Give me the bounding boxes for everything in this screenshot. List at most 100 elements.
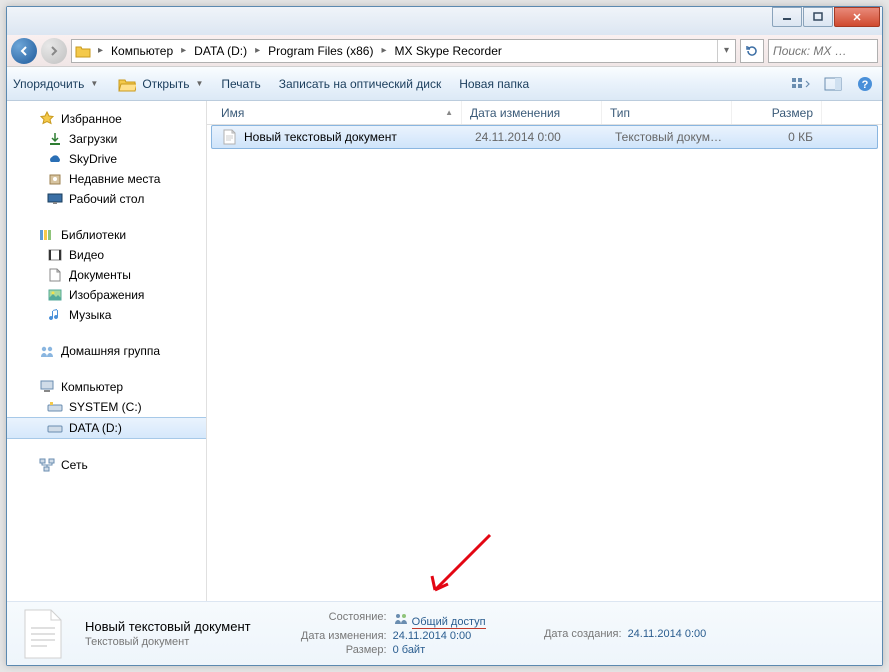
text-file-icon <box>222 129 238 145</box>
star-icon <box>39 111 55 127</box>
homegroup-label: Домашняя группа <box>61 344 160 358</box>
details-modified-value: 24.11.2014 0:00 <box>393 630 472 642</box>
sidebar-item-drive-d[interactable]: DATA (D:) <box>7 417 206 439</box>
drive-icon <box>47 399 63 415</box>
view-options-button[interactable] <box>790 75 812 93</box>
favorites-group[interactable]: Избранное <box>7 109 206 129</box>
minimize-button[interactable] <box>772 7 802 27</box>
file-thumbnail <box>17 608 69 660</box>
close-button[interactable] <box>834 7 880 27</box>
titlebar <box>7 7 882 35</box>
column-header-name[interactable]: Имя▲ <box>207 101 462 124</box>
open-button[interactable]: Открыть ▼ <box>116 75 203 93</box>
breadcrumb-separator-icon: ▸ <box>253 45 262 56</box>
drive-icon <box>47 420 63 436</box>
file-list[interactable]: Новый текстовый документ 24.11.2014 0:00… <box>207 125 882 601</box>
folder-icon <box>74 42 92 60</box>
new-folder-button[interactable]: Новая папка <box>459 77 529 91</box>
favorites-label: Избранное <box>61 112 122 126</box>
chevron-down-icon: ▼ <box>195 79 203 88</box>
details-subtitle: Текстовый документ <box>85 636 251 648</box>
breadcrumb-segment[interactable]: Program Files (x86) <box>262 40 379 62</box>
address-bar[interactable]: ▸ Компьютер ▸ DATA (D:) ▸ Program Files … <box>71 39 736 63</box>
network-item[interactable]: Сеть <box>7 455 206 475</box>
cloud-icon <box>47 151 63 167</box>
command-bar: Упорядочить▼ Открыть ▼ Печать Записать на… <box>7 67 882 101</box>
sidebar-item-skydrive[interactable]: SkyDrive <box>7 149 206 169</box>
computer-label: Компьютер <box>61 380 123 394</box>
svg-text:?: ? <box>862 79 869 91</box>
search-input[interactable] <box>768 39 878 63</box>
file-size: 0 КБ <box>737 130 821 144</box>
open-label: Открыть <box>142 77 189 91</box>
breadcrumb-segment[interactable]: MX Skype Recorder <box>388 40 507 62</box>
file-name: Новый текстовый документ <box>244 130 397 144</box>
details-state-value[interactable]: Общий доступ <box>412 616 486 629</box>
shared-icon <box>393 611 409 627</box>
column-header-size[interactable]: Размер <box>732 101 822 124</box>
sidebar-item-desktop[interactable]: Рабочий стол <box>7 189 206 209</box>
organize-menu[interactable]: Упорядочить▼ <box>13 77 98 91</box>
picture-icon <box>47 287 63 303</box>
column-headers: Имя▲ Дата изменения Тип Размер <box>207 101 882 125</box>
burn-button[interactable]: Записать на оптический диск <box>279 77 442 91</box>
libraries-icon <box>39 227 55 243</box>
breadcrumb-segment[interactable]: Компьютер <box>105 40 179 62</box>
sidebar-item-downloads[interactable]: Загрузки <box>7 129 206 149</box>
explorer-window: ▸ Компьютер ▸ DATA (D:) ▸ Program Files … <box>6 6 883 666</box>
new-folder-label: Новая папка <box>459 77 529 91</box>
details-created-value: 24.11.2014 0:00 <box>628 628 707 640</box>
preview-pane-button[interactable] <box>822 75 844 93</box>
breadcrumb-separator-icon: ▸ <box>379 45 388 56</box>
homegroup-item[interactable]: Домашняя группа <box>7 341 206 361</box>
computer-group[interactable]: Компьютер <box>7 377 206 397</box>
back-button[interactable] <box>11 38 37 64</box>
libraries-group[interactable]: Библиотеки <box>7 225 206 245</box>
network-label: Сеть <box>61 458 88 472</box>
sidebar-item-music[interactable]: Музыка <box>7 305 206 325</box>
print-button[interactable]: Печать <box>221 77 260 91</box>
forward-button[interactable] <box>41 38 67 64</box>
sidebar-item-drive-c[interactable]: SYSTEM (C:) <box>7 397 206 417</box>
sidebar-item-label: Загрузки <box>69 132 117 146</box>
file-list-pane: Имя▲ Дата изменения Тип Размер Новый тек… <box>207 101 882 601</box>
file-row[interactable]: Новый текстовый документ 24.11.2014 0:00… <box>211 125 878 149</box>
column-header-date[interactable]: Дата изменения <box>462 101 602 124</box>
details-size-label: Размер: <box>277 644 387 656</box>
help-button[interactable]: ? <box>854 75 876 93</box>
sidebar-item-documents[interactable]: Документы <box>7 265 206 285</box>
chevron-down-icon: ▼ <box>90 79 98 88</box>
homegroup-icon <box>39 343 55 359</box>
details-pane: Новый текстовый документ Текстовый докум… <box>7 601 882 665</box>
sidebar-item-label: DATA (D:) <box>69 421 122 435</box>
maximize-button[interactable] <box>803 7 833 27</box>
recent-icon <box>47 171 63 187</box>
music-icon <box>47 307 63 323</box>
sidebar-item-label: Рабочий стол <box>69 192 144 206</box>
sidebar-item-label: SYSTEM (C:) <box>69 400 142 414</box>
download-icon <box>47 131 63 147</box>
video-icon <box>47 247 63 263</box>
breadcrumb-segment[interactable]: DATA (D:) <box>188 40 253 62</box>
address-dropdown-icon[interactable]: ▾ <box>717 40 735 62</box>
file-type: Текстовый докум… <box>607 130 737 144</box>
sidebar-item-recent[interactable]: Недавние места <box>7 169 206 189</box>
print-label: Печать <box>221 77 260 91</box>
document-icon <box>47 267 63 283</box>
libraries-label: Библиотеки <box>61 228 126 242</box>
sidebar-item-videos[interactable]: Видео <box>7 245 206 265</box>
details-size-value: 0 байт <box>393 644 426 656</box>
details-title: Новый текстовый документ <box>85 619 251 634</box>
sidebar-item-label: Видео <box>69 248 104 262</box>
desktop-icon <box>47 191 63 207</box>
refresh-button[interactable] <box>740 39 764 63</box>
sidebar-item-pictures[interactable]: Изображения <box>7 285 206 305</box>
navigation-bar: ▸ Компьютер ▸ DATA (D:) ▸ Program Files … <box>7 35 882 67</box>
sidebar-item-label: Недавние места <box>69 172 160 186</box>
file-date: 24.11.2014 0:00 <box>467 130 607 144</box>
details-state-label: Состояние: <box>277 611 387 628</box>
column-header-type[interactable]: Тип <box>602 101 732 124</box>
network-icon <box>39 457 55 473</box>
breadcrumb-separator-icon: ▸ <box>96 45 105 56</box>
sidebar-item-label: Музыка <box>69 308 111 322</box>
